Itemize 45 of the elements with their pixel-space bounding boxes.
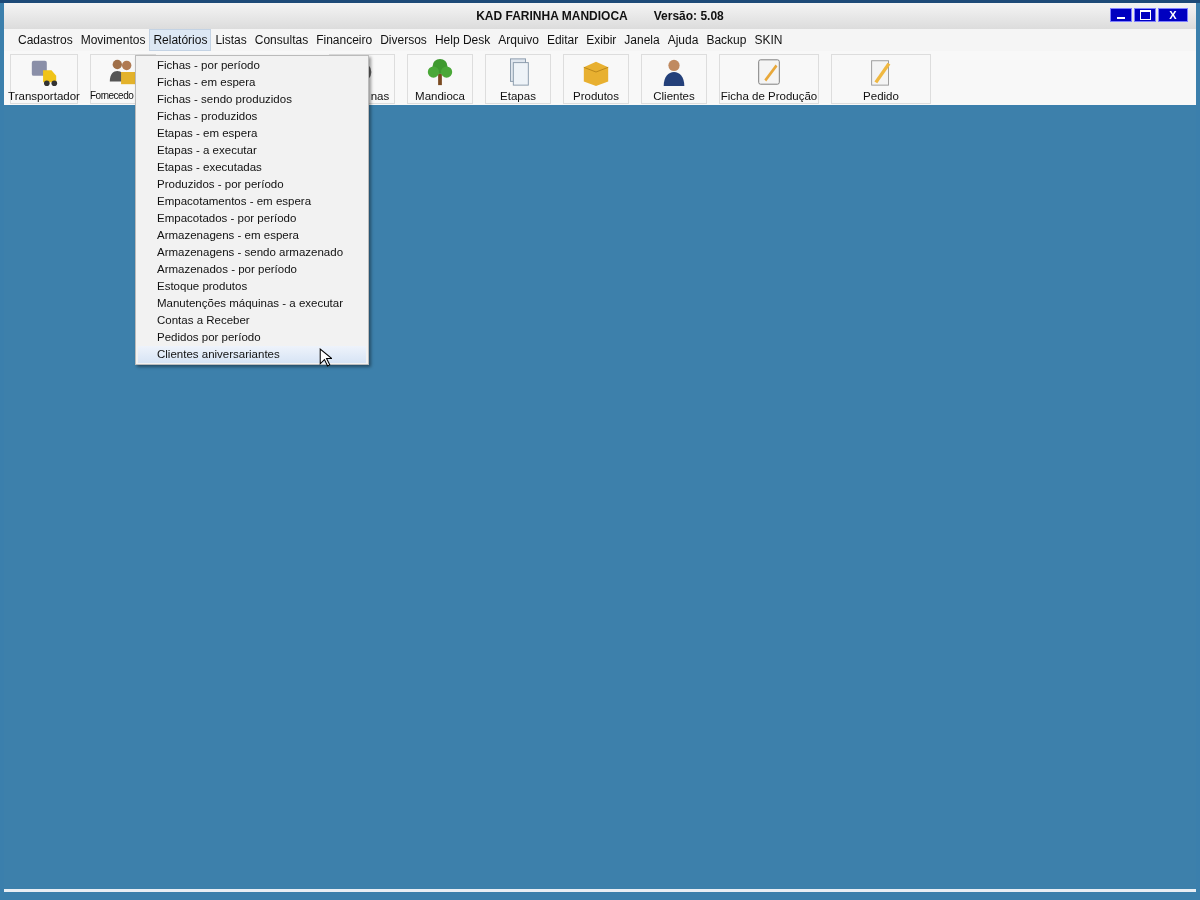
- close-button[interactable]: X: [1158, 8, 1188, 22]
- menu-item[interactable]: Janela: [620, 29, 664, 51]
- menu-option[interactable]: Manutenções máquinas - a executar: [138, 295, 366, 312]
- toolbar-button[interactable]: Transportador: [10, 54, 78, 104]
- menu-item[interactable]: Financeiro: [312, 29, 377, 51]
- menu-item[interactable]: Help Desk: [430, 29, 495, 51]
- version-label: Versão: 5.08: [653, 9, 724, 23]
- menu-option[interactable]: Fichas - produzidos: [138, 108, 366, 125]
- menu-item[interactable]: Ajuda: [663, 29, 703, 51]
- menu-item[interactable]: Cadastros: [14, 29, 77, 51]
- menu-option[interactable]: Contas a Receber: [138, 312, 366, 329]
- toolbar-button[interactable]: Etapas: [485, 54, 551, 104]
- menu-item[interactable]: Movimentos: [76, 29, 150, 51]
- menu-item[interactable]: SKIN: [750, 29, 787, 51]
- people-icon: [107, 57, 137, 87]
- menu-option[interactable]: Produzidos - por período: [138, 176, 366, 193]
- menu-option[interactable]: Armazenagens - sendo armazenado: [138, 244, 366, 261]
- menu-option[interactable]: Armazenagens - em espera: [138, 227, 366, 244]
- toolbar-button[interactable]: Ficha de Produção: [719, 54, 819, 104]
- menu-option[interactable]: Estoque produtos: [138, 278, 366, 295]
- toolbar-button[interactable]: Produtos: [563, 54, 629, 104]
- menu-option[interactable]: Etapas - a executar: [138, 142, 366, 159]
- toolbar-button[interactable]: Mandioca: [407, 54, 473, 104]
- menu-option[interactable]: Clientes aniversariantes: [138, 346, 366, 363]
- menu-option[interactable]: Empacotamentos - em espera: [138, 193, 366, 210]
- menu-item[interactable]: Exibir: [582, 29, 621, 51]
- toolbar-button[interactable]: Clientes: [641, 54, 707, 104]
- minimize-button[interactable]: [1110, 8, 1132, 22]
- menu-option[interactable]: Empacotados - por período: [138, 210, 366, 227]
- tree-icon: [425, 57, 455, 87]
- menu-item[interactable]: Consultas: [250, 29, 313, 51]
- menu-item[interactable]: Arquivo: [494, 29, 543, 51]
- menu-option[interactable]: Pedidos por período: [138, 329, 366, 346]
- menu-option[interactable]: Etapas - em espera: [138, 125, 366, 142]
- menu-item[interactable]: Editar: [542, 29, 583, 51]
- menu-option[interactable]: Etapas - executadas: [138, 159, 366, 176]
- toolbar-button[interactable]: Pedido: [831, 54, 931, 104]
- window-title: KAD FARINHA MANDIOCA: [476, 9, 628, 23]
- menu-item[interactable]: Listas: [211, 29, 251, 51]
- menu-option[interactable]: Armazenados - por período: [138, 261, 366, 278]
- menu-item[interactable]: Backup: [702, 29, 751, 51]
- maximize-button[interactable]: [1134, 8, 1156, 22]
- menu-item[interactable]: Relatórios: [149, 29, 212, 51]
- menu-item[interactable]: Diversos: [376, 29, 431, 51]
- cursor-icon: [319, 348, 332, 367]
